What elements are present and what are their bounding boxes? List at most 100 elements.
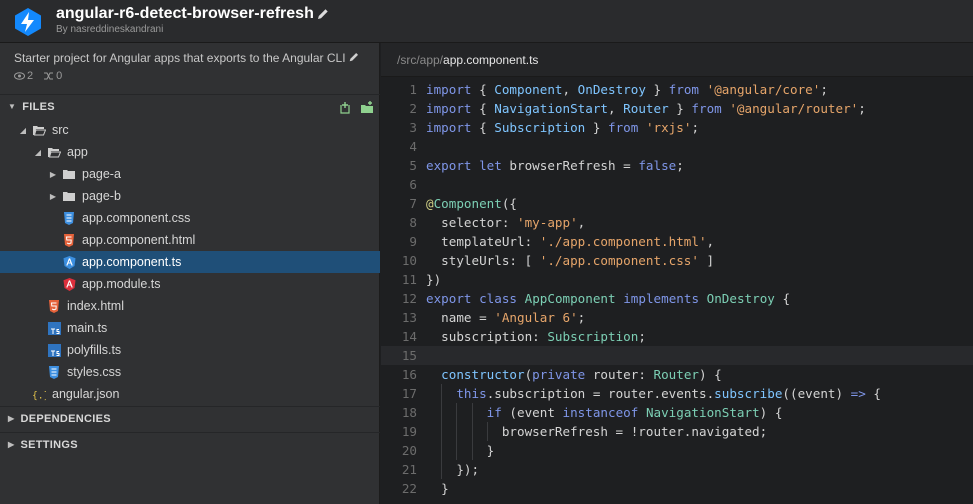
file-tree-item[interactable]: app.module.ts [0, 273, 380, 295]
file-tree-item[interactable]: app.component.css [0, 207, 380, 229]
file-tree-item-label: app [67, 145, 88, 159]
code-token: constructor [441, 367, 525, 382]
project-description: Starter project for Angular apps that ex… [14, 51, 346, 65]
code-line[interactable]: 18 if (event instanceof NavigationStart)… [381, 403, 973, 422]
code-token: ; [858, 101, 866, 116]
code-line[interactable]: 21 }); [381, 460, 973, 479]
new-file-icon[interactable] [338, 101, 352, 114]
code-line[interactable]: 9 templateUrl: './app.component.html', [381, 232, 973, 251]
code-line[interactable]: 20 } [381, 441, 973, 460]
code-line[interactable]: 8 selector: 'my-app', [381, 213, 973, 232]
code-token: private [532, 367, 586, 382]
code-token: templateUrl: [426, 234, 540, 249]
code-line[interactable]: 22 } [381, 479, 973, 498]
new-folder-icon[interactable] [360, 101, 374, 114]
code-editor[interactable]: /src/app/app.component.ts 1 import { Comp… [381, 43, 973, 504]
code-token: class [479, 291, 518, 306]
line-number: 13 [401, 310, 417, 325]
file-tree-item[interactable]: ▶ page-b [0, 185, 380, 207]
code-line[interactable]: 14 subscription: Subscription; [381, 327, 973, 346]
stackblitz-logo-icon[interactable] [13, 7, 43, 37]
file-tree-item[interactable]: app.component.html [0, 229, 380, 251]
code-token: import [426, 101, 472, 116]
file-tree-item[interactable]: polyfills.ts [0, 339, 380, 361]
code-line[interactable]: 4 [381, 137, 973, 156]
file-tree-item[interactable]: index.html [0, 295, 380, 317]
code-token: if [486, 405, 502, 420]
code-text: name = 'Angular 6'; [417, 308, 585, 327]
code-line[interactable]: 17 this.subscription = router.events.sub… [381, 384, 973, 403]
code-text: }); [417, 460, 479, 479]
file-tree-item[interactable]: main.ts [0, 317, 380, 339]
code-token: 'rxjs' [645, 120, 692, 135]
code-line[interactable]: 13 name = 'Angular 6'; [381, 308, 973, 327]
dependencies-label: DEPENDENCIES [20, 412, 111, 425]
forks-count: 0 [56, 70, 63, 82]
code-token: ) { [759, 405, 783, 420]
code-line[interactable]: 3 import { Subscription } from 'rxjs'; [381, 118, 973, 137]
file-tree-item-label: page-b [82, 189, 121, 203]
code-token: ) { [699, 367, 722, 382]
line-number: 11 [401, 272, 417, 287]
line-number: 12 [401, 291, 417, 306]
angular-module-icon [62, 277, 76, 291]
code-line[interactable]: 6 [381, 175, 973, 194]
expanded-caret-icon[interactable]: ◢ [33, 148, 43, 157]
angular-file-icon [62, 255, 76, 269]
code-line[interactable]: 10 styleUrls: [ './app.component.css' ] [381, 251, 973, 270]
typescript-file-icon [47, 321, 61, 335]
code-token: } [426, 481, 449, 496]
author-line[interactable]: By nasreddineskandrani [56, 24, 163, 35]
file-tree-item-label: app.component.ts [82, 255, 182, 269]
collapsed-caret-icon[interactable]: ▶ [48, 170, 58, 179]
file-tree-item[interactable]: app.component.ts [0, 251, 380, 273]
file-tree-item[interactable]: ◢ src [0, 119, 380, 141]
code-area[interactable]: 1 import { Component, OnDestroy } from '@… [381, 80, 973, 498]
code-token: ; [820, 82, 828, 97]
code-line[interactable]: 19 browserRefresh = !router.navigated; [381, 422, 973, 441]
code-line[interactable]: 16 constructor(private router: Router) { [381, 365, 973, 384]
code-line[interactable]: 2 import { NavigationStart, Router } from… [381, 99, 973, 118]
code-token: Router [653, 367, 700, 382]
code-line[interactable]: 7 @Component({ [381, 194, 973, 213]
code-token: export [426, 291, 472, 306]
file-tree-item[interactable]: ▶ page-a [0, 163, 380, 185]
code-token: { [471, 82, 495, 97]
file-tree-item[interactable]: ◢ app [0, 141, 380, 163]
file-tree-item-label: app.component.html [82, 233, 196, 247]
sidebar: Starter project for Angular apps that ex… [0, 43, 380, 504]
code-token: ({ [501, 196, 518, 211]
file-tree-item[interactable]: {.} angular.json [0, 383, 380, 405]
file-tree: ◢ src ◢ app ▶ page-a ▶ page-b app.component.css a… [0, 119, 380, 405]
indent-guide [471, 403, 473, 422]
file-tree-item-label: index.html [67, 299, 124, 313]
project-title[interactable]: angular-r6-detect-browser-refresh [56, 5, 314, 23]
views-count: 2 [27, 70, 34, 82]
code-line[interactable]: 5 export let browserRefresh = false; [381, 156, 973, 175]
code-token: ; [638, 329, 646, 344]
code-line[interactable]: 1 import { Component, OnDestroy } from '@… [381, 80, 973, 99]
code-token: implements [623, 291, 700, 306]
code-token: } [668, 101, 692, 116]
code-text: selector: 'my-app', [417, 213, 585, 232]
line-number: 4 [409, 139, 417, 154]
edit-description-icon[interactable] [348, 51, 360, 63]
files-section-header[interactable]: ▼ FILES [0, 94, 380, 118]
file-tree-item[interactable]: styles.css [0, 361, 380, 383]
settings-section-header[interactable]: ▶ SETTINGS [0, 432, 380, 456]
dependencies-section-header[interactable]: ▶ DEPENDENCIES [0, 406, 380, 430]
code-line[interactable]: 15 [381, 346, 973, 365]
file-tree-item-label: app.module.ts [82, 277, 161, 291]
expanded-caret-icon[interactable]: ◢ [18, 126, 28, 135]
code-text: export let browserRefresh = false; [417, 156, 684, 175]
collapsed-caret-icon[interactable]: ▶ [48, 192, 58, 201]
edit-title-icon[interactable] [316, 7, 330, 21]
line-number: 6 [409, 177, 417, 192]
code-token: => [850, 386, 866, 401]
code-token: OnDestroy [706, 291, 775, 306]
open-folder-icon [32, 123, 46, 137]
folder-icon [62, 189, 76, 203]
code-line[interactable]: 11}) [381, 270, 973, 289]
code-line[interactable]: 12 export class AppComponent implements O… [381, 289, 973, 308]
